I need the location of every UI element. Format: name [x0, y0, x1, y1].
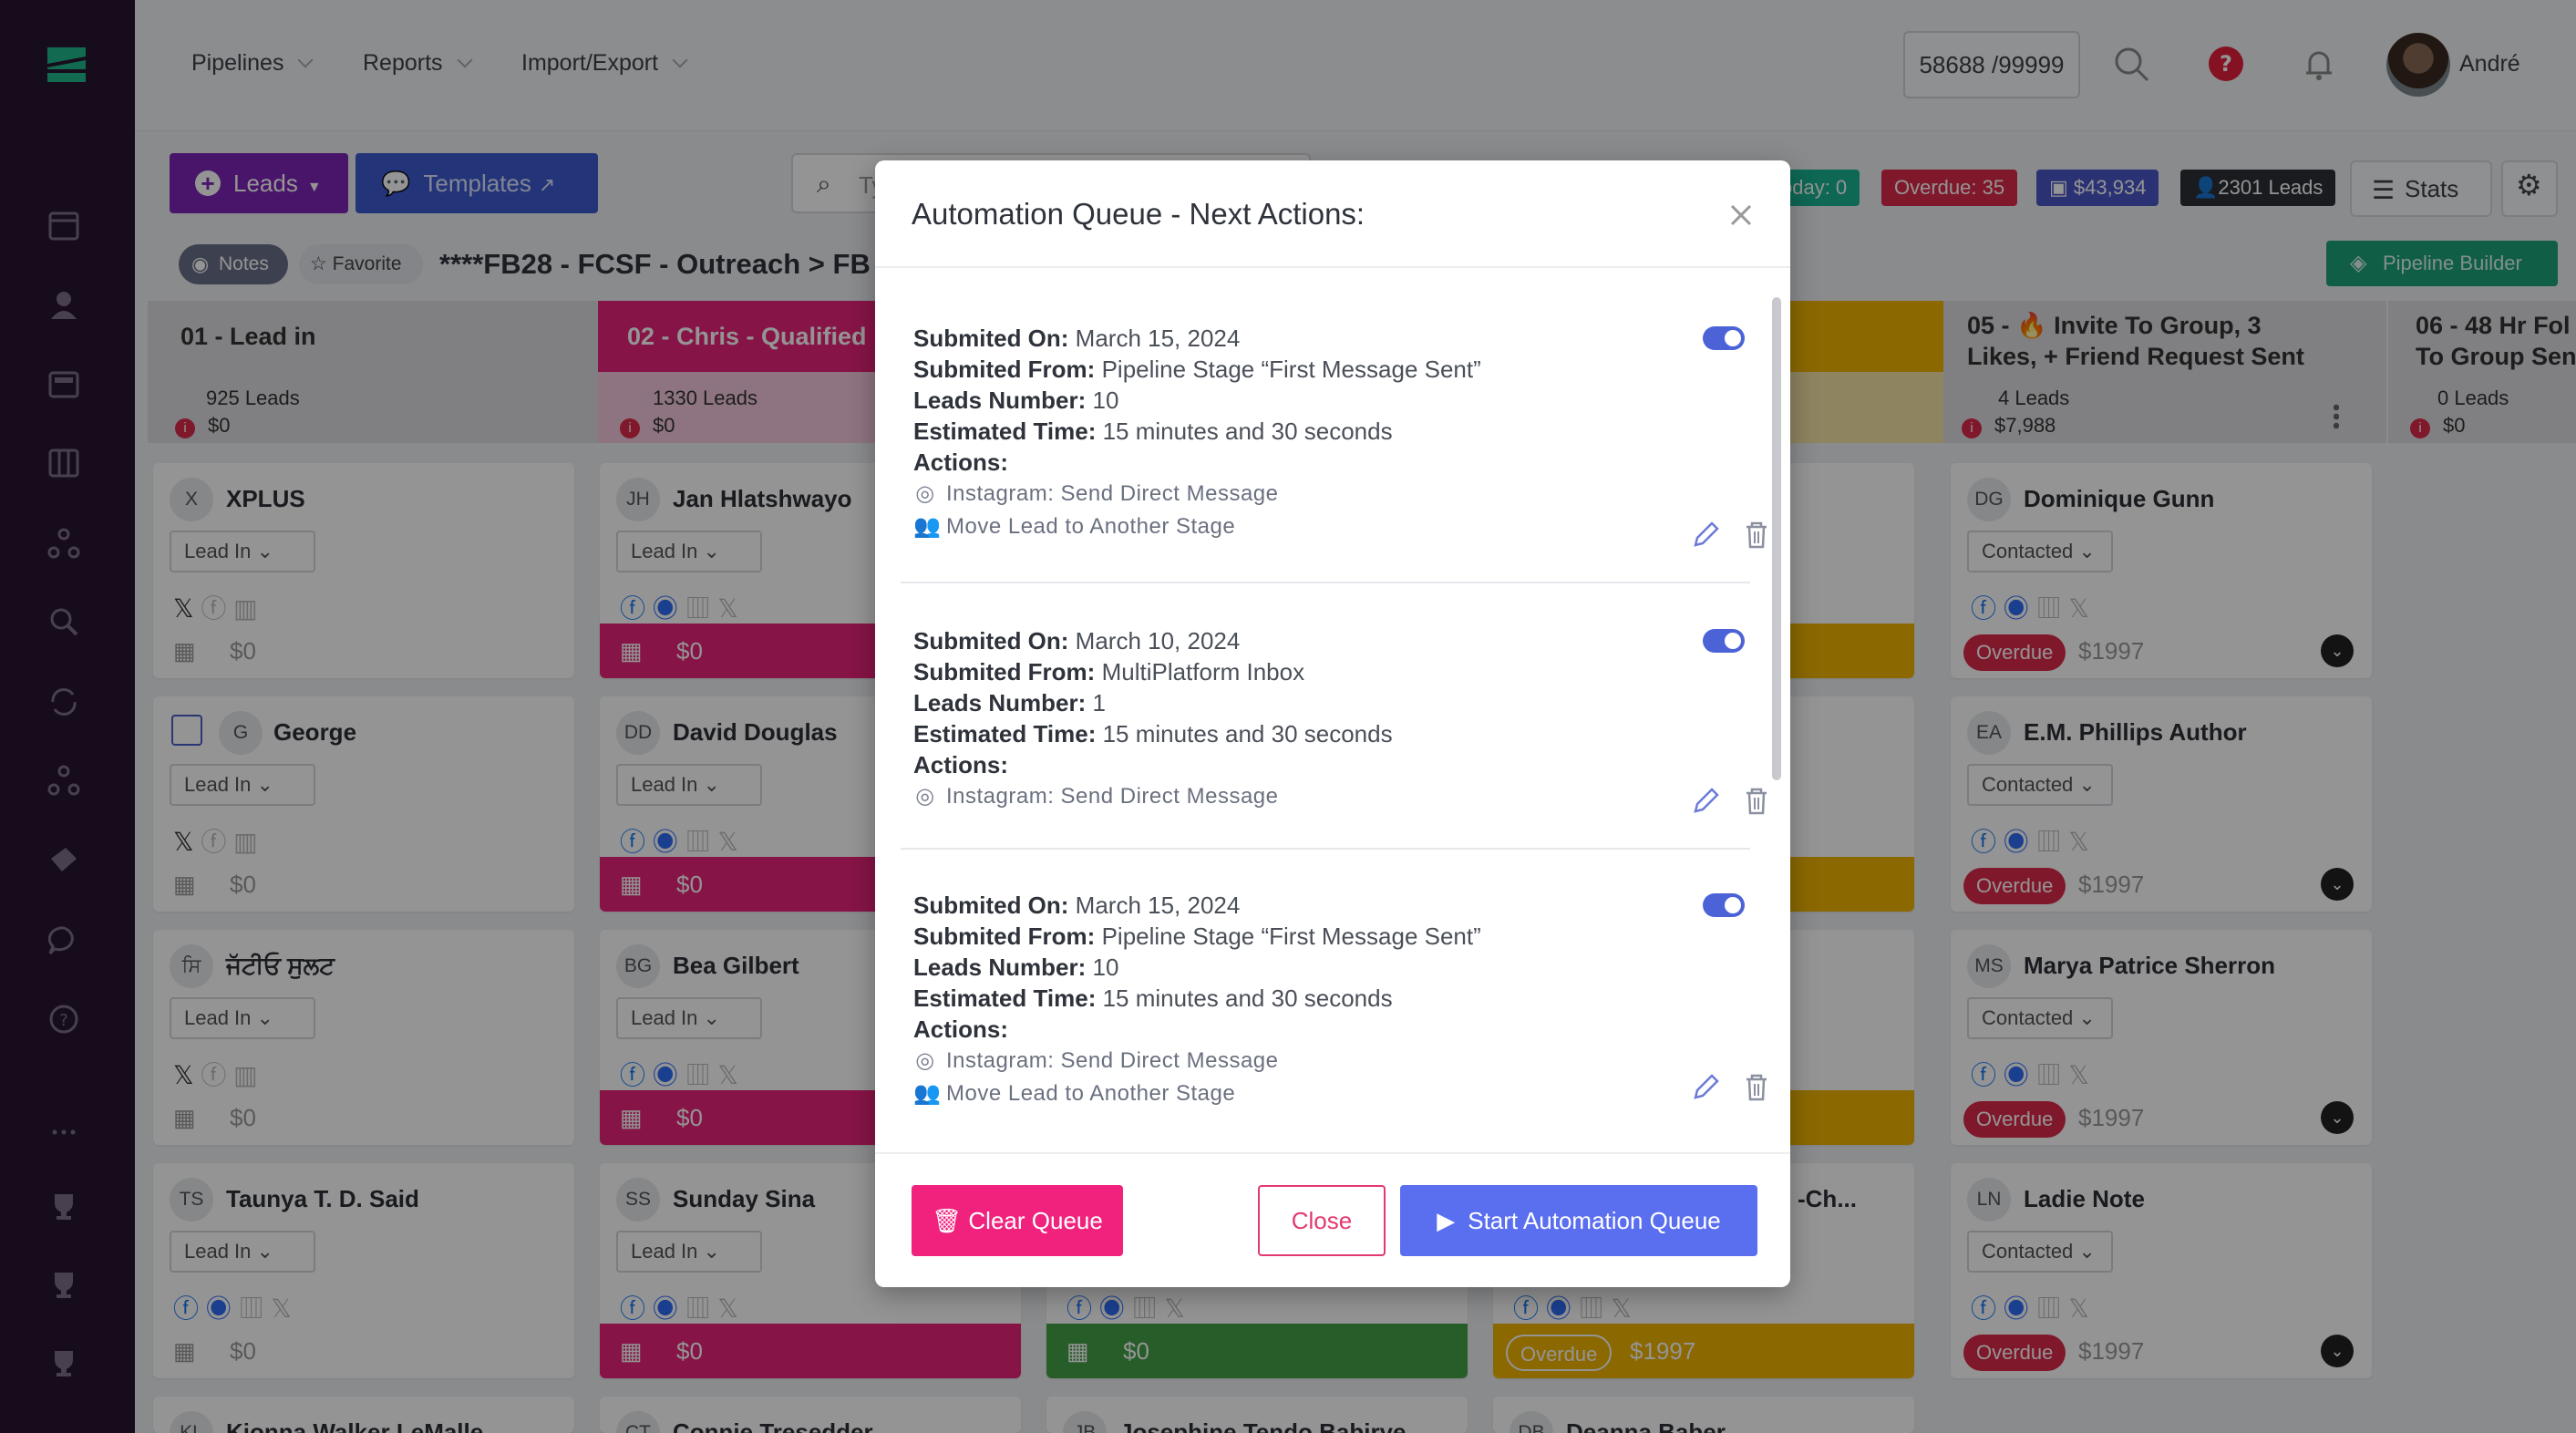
- edit-icon[interactable]: [1690, 1072, 1721, 1103]
- field-label: Actions:: [913, 751, 1008, 778]
- action-text: Instagram: Send Direct Message: [946, 1048, 1279, 1073]
- action-text: Instagram: Send Direct Message: [946, 481, 1279, 506]
- field-label: Actions:: [913, 1015, 1008, 1043]
- trash-icon[interactable]: [1741, 1072, 1772, 1103]
- action-text: Move Lead to Another Stage: [946, 514, 1236, 539]
- actions-label: Actions:: [913, 447, 1750, 478]
- queue-item-toggle[interactable]: [1703, 629, 1745, 653]
- action-item: 👥 Move Lead to Another Stage: [913, 510, 1750, 543]
- edit-icon[interactable]: [1690, 520, 1721, 551]
- play-icon: ▶: [1437, 1207, 1456, 1234]
- leads-number: Leads Number: 10: [913, 952, 1750, 983]
- queue-item: Submited On: March 15, 2024 Submited Fro…: [901, 881, 1767, 1150]
- field-value: Pipeline Stage “First Message Sent”: [1101, 356, 1481, 383]
- field-value: 15 minutes and 30 seconds: [1102, 985, 1393, 1012]
- queue-item: Submited On: March 10, 2024 Submited Fro…: [901, 616, 1767, 850]
- field-value: March 15, 2024: [1075, 892, 1241, 919]
- field-value: 15 minutes and 30 seconds: [1102, 418, 1393, 445]
- field-value: 10: [1092, 954, 1119, 981]
- field-label: Estimated Time:: [913, 720, 1097, 747]
- action-item: 👥 Move Lead to Another Stage: [913, 1077, 1750, 1110]
- close-button[interactable]: Close: [1258, 1185, 1386, 1256]
- clear-queue-label: Clear Queue: [968, 1207, 1103, 1234]
- close-icon[interactable]: [1723, 197, 1759, 233]
- modal-title: Automation Queue - Next Actions:: [912, 197, 1365, 231]
- trash-icon[interactable]: [1741, 520, 1772, 551]
- field-label: Leads Number:: [913, 387, 1087, 414]
- field-label: Estimated Time:: [913, 418, 1097, 445]
- action-text: Instagram: Send Direct Message: [946, 784, 1279, 809]
- divider: [875, 1152, 1790, 1154]
- user-move-icon: 👥: [913, 514, 942, 539]
- leads-number: Leads Number: 1: [913, 687, 1750, 718]
- actions-label: Actions:: [913, 749, 1750, 780]
- actions-label: Actions:: [913, 1014, 1750, 1045]
- action-text: Move Lead to Another Stage: [946, 1081, 1236, 1106]
- queue-item: Submited On: March 15, 2024 Submited Fro…: [901, 314, 1767, 583]
- user-move-icon: 👥: [913, 1081, 942, 1106]
- start-automation-label: Start Automation Queue: [1468, 1207, 1721, 1234]
- leads-number: Leads Number: 10: [913, 385, 1750, 416]
- instagram-icon: ◎: [915, 1048, 935, 1073]
- field-label: Submited From:: [913, 923, 1096, 950]
- edit-icon[interactable]: [1690, 786, 1721, 817]
- field-label: Submited From:: [913, 356, 1096, 383]
- scrollbar[interactable]: [1772, 297, 1781, 780]
- submitted-on: Submited On: March 15, 2024: [913, 890, 1750, 921]
- field-value: March 15, 2024: [1075, 325, 1241, 352]
- field-label: Submited On:: [913, 627, 1069, 655]
- automation-queue-modal: Automation Queue - Next Actions: Submite…: [875, 160, 1790, 1287]
- field-value: 1: [1092, 689, 1106, 716]
- divider: [875, 266, 1790, 268]
- field-label: Leads Number:: [913, 954, 1087, 981]
- field-value: MultiPlatform Inbox: [1101, 658, 1305, 686]
- action-item: ◎ Instagram: Send Direct Message: [913, 1045, 1750, 1077]
- field-label: Actions:: [913, 448, 1008, 476]
- start-automation-button[interactable]: ▶ Start Automation Queue: [1400, 1185, 1757, 1256]
- submitted-on: Submited On: March 15, 2024: [913, 323, 1750, 354]
- field-label: Leads Number:: [913, 689, 1087, 716]
- instagram-icon: ◎: [915, 784, 935, 809]
- field-label: Submited On:: [913, 892, 1069, 919]
- queue-item-toggle[interactable]: [1703, 326, 1745, 350]
- field-value: 10: [1092, 387, 1119, 414]
- field-value: March 10, 2024: [1075, 627, 1241, 655]
- submitted-on: Submited On: March 10, 2024: [913, 625, 1750, 656]
- submitted-from: Submited From: Pipeline Stage “First Mes…: [913, 921, 1750, 952]
- trash-icon: 🗑: [932, 1207, 963, 1234]
- field-value: 15 minutes and 30 seconds: [1102, 720, 1393, 747]
- clear-queue-button[interactable]: 🗑 Clear Queue: [912, 1185, 1123, 1256]
- submitted-from: Submited From: Pipeline Stage “First Mes…: [913, 354, 1750, 385]
- estimated-time: Estimated Time: 15 minutes and 30 second…: [913, 718, 1750, 749]
- action-item: ◎ Instagram: Send Direct Message: [913, 780, 1750, 813]
- estimated-time: Estimated Time: 15 minutes and 30 second…: [913, 416, 1750, 447]
- field-label: Submited On:: [913, 325, 1069, 352]
- instagram-icon: ◎: [915, 481, 935, 506]
- action-item: ◎ Instagram: Send Direct Message: [913, 478, 1750, 510]
- queue-item-toggle[interactable]: [1703, 893, 1745, 917]
- trash-icon[interactable]: [1741, 786, 1772, 817]
- field-label: Estimated Time:: [913, 985, 1097, 1012]
- field-value: Pipeline Stage “First Message Sent”: [1101, 923, 1481, 950]
- submitted-from: Submited From: MultiPlatform Inbox: [913, 656, 1750, 687]
- estimated-time: Estimated Time: 15 minutes and 30 second…: [913, 983, 1750, 1014]
- field-label: Submited From:: [913, 658, 1096, 686]
